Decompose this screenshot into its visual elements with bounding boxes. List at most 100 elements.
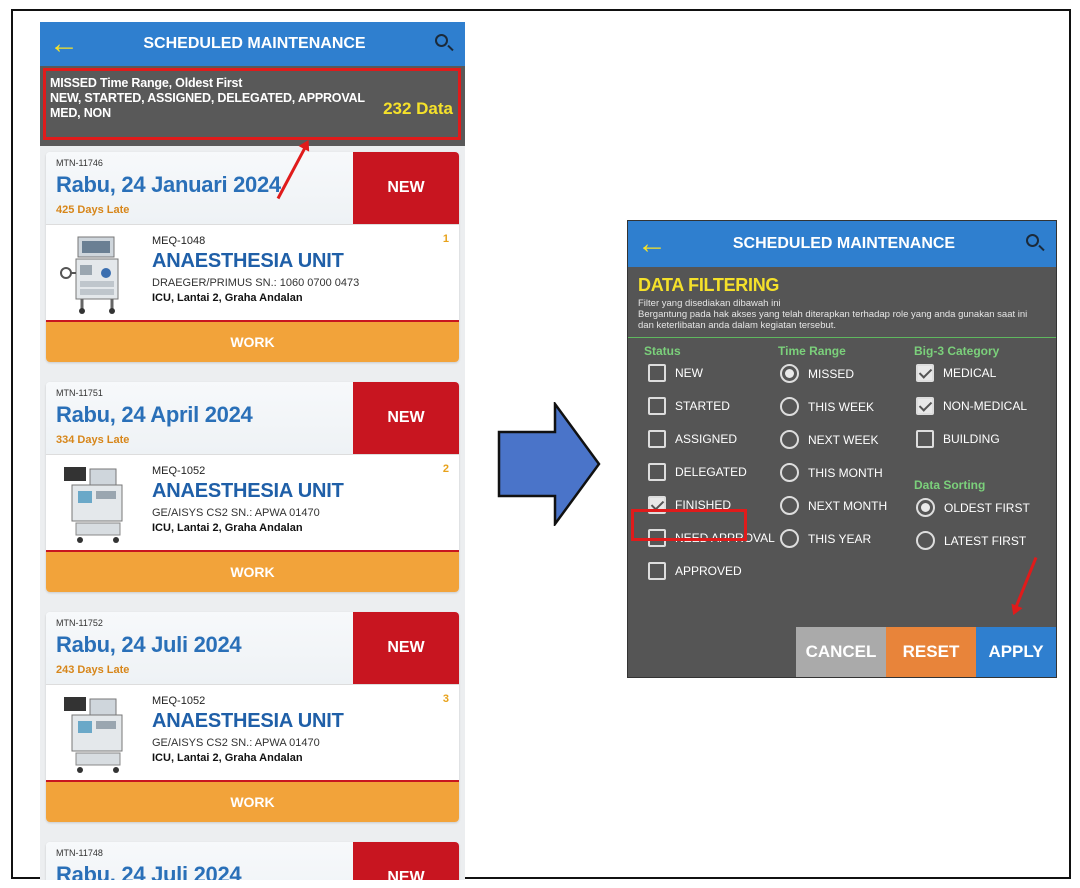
schedule-date: Rabu, 24 April 2024 (56, 402, 253, 427)
card-header: MTN-11752 Rabu, 24 Juli 2024 243 Days La… (46, 612, 459, 684)
option-label: LATEST FIRST (944, 533, 1027, 548)
option-label: THIS MONTH (808, 465, 883, 480)
action-bar: CANCEL RESET APPLY (628, 627, 1056, 677)
radio-selected[interactable] (916, 498, 935, 517)
filter-description-2: Bergantung pada hak akses yang telah dit… (638, 309, 1028, 320)
radio[interactable] (780, 430, 799, 449)
work-button[interactable]: WORK (46, 782, 459, 822)
finished-highlight-box (631, 509, 747, 541)
back-arrow-icon[interactable]: ← (628, 222, 676, 266)
time-option-missed[interactable]: MISSED (780, 364, 854, 383)
status-option-new[interactable]: NEW (648, 364, 703, 382)
filter-options: Status NEW STARTED ASSIGNED DELEGATED FI… (628, 338, 1056, 608)
option-label: ASSIGNED (675, 432, 738, 446)
time-option-this-month[interactable]: THIS MONTH (780, 463, 883, 482)
radio[interactable] (780, 496, 799, 515)
schedule-date: Rabu, 24 Januari 2024 (56, 172, 281, 197)
app-bar: ← SCHEDULED MAINTENANCE (628, 221, 1056, 267)
search-icon[interactable] (1012, 222, 1056, 266)
schedule-date: Rabu, 24 Juli 2024 (56, 862, 242, 880)
time-range-heading: Time Range (778, 344, 846, 358)
status-badge: NEW (353, 612, 459, 684)
equipment-id: MEQ-1052 (152, 465, 206, 477)
anaesthesia-machine-icon (64, 467, 123, 543)
category-option-building[interactable]: BUILDING (916, 430, 1000, 448)
status-badge: NEW (353, 382, 459, 454)
card-index: 2 (442, 463, 449, 475)
card-index: 1 (442, 233, 449, 245)
location: ICU, Lantai 2, Graha Andalan (152, 752, 303, 764)
back-arrow-icon[interactable]: ← (40, 22, 88, 66)
option-label: NEXT MONTH (808, 498, 888, 513)
category-option-non-medical[interactable]: NON-MEDICAL (916, 397, 1027, 415)
checkbox[interactable] (648, 430, 666, 448)
maintenance-card[interactable]: MTN-11748 Rabu, 24 Juli 2024 NEW (46, 842, 459, 880)
checkbox[interactable] (648, 364, 666, 382)
schedule-date: Rabu, 24 Juli 2024 (56, 632, 242, 657)
option-label: MEDICAL (943, 366, 997, 380)
app-bar: ← SCHEDULED MAINTENANCE (40, 22, 465, 66)
status-badge: NEW (353, 152, 459, 224)
filter-header: DATA FILTERING Filter yang disediakan di… (628, 267, 1056, 331)
radio[interactable] (916, 531, 935, 550)
anaesthesia-machine-icon (60, 236, 119, 314)
reset-button[interactable]: RESET (886, 627, 976, 677)
serial-number: GE/AISYS CS2 SN.: APWA 01470 (152, 507, 320, 519)
time-option-this-week[interactable]: THIS WEEK (780, 397, 874, 416)
option-label: APPROVED (675, 564, 742, 578)
checkbox-checked[interactable] (916, 397, 934, 415)
sort-option-latest[interactable]: LATEST FIRST (916, 531, 1026, 550)
card-body: MEQ-1052 ANAESTHESIA UNIT GE/AISYS CS2 S… (46, 684, 459, 782)
time-option-this-year[interactable]: THIS YEAR (780, 529, 871, 548)
mtn-id: MTN-11752 (56, 618, 103, 628)
category-heading: Big-3 Category (914, 344, 1000, 358)
late-label: 425 Days Late (56, 204, 130, 216)
option-label: THIS WEEK (808, 399, 875, 414)
work-button[interactable]: WORK (46, 322, 459, 362)
status-badge: NEW (353, 842, 459, 880)
location: ICU, Lantai 2, Graha Andalan (152, 522, 303, 534)
work-button[interactable]: WORK (46, 552, 459, 592)
status-option-approved[interactable]: APPROVED (648, 562, 742, 580)
checkbox[interactable] (648, 562, 666, 580)
option-label: NON-MEDICAL (943, 399, 1028, 413)
status-option-started[interactable]: STARTED (648, 397, 730, 415)
page-title: SCHEDULED MAINTENANCE (732, 235, 956, 252)
radio-selected[interactable] (780, 364, 799, 383)
equipment-name: ANAESTHESIA UNIT (152, 480, 344, 502)
status-heading: Status (644, 344, 681, 358)
location: ICU, Lantai 2, Graha Andalan (152, 292, 303, 304)
option-label: OLDEST FIRST (944, 500, 1030, 515)
checkbox[interactable] (648, 397, 666, 415)
time-option-next-month[interactable]: NEXT MONTH (780, 496, 887, 515)
radio[interactable] (780, 397, 799, 416)
card-body: MEQ-1052 ANAESTHESIA UNIT GE/AISYS CS2 S… (46, 454, 459, 552)
mtn-id: MTN-11746 (56, 158, 103, 168)
transition-arrow-icon (497, 402, 601, 526)
status-option-assigned[interactable]: ASSIGNED (648, 430, 737, 448)
card-header: MTN-11746 Rabu, 24 Januari 2024 425 Days… (46, 152, 459, 224)
maintenance-card[interactable]: MTN-11752 Rabu, 24 Juli 2024 243 Days La… (46, 612, 459, 822)
card-header: MTN-11748 Rabu, 24 Juli 2024 NEW (46, 842, 459, 880)
status-option-delegated[interactable]: DELEGATED (648, 463, 747, 481)
checkbox[interactable] (648, 463, 666, 481)
cancel-button[interactable]: CANCEL (796, 627, 886, 677)
mtn-id: MTN-11751 (56, 388, 103, 398)
time-option-next-week[interactable]: NEXT WEEK (780, 430, 878, 449)
maintenance-card[interactable]: MTN-11746 Rabu, 24 Januari 2024 425 Days… (46, 152, 459, 362)
data-filter-screen: ← SCHEDULED MAINTENANCE DATA FILTERING F… (627, 220, 1057, 678)
apply-button[interactable]: APPLY (976, 627, 1056, 677)
summary-highlight-box (43, 68, 461, 140)
radio[interactable] (780, 463, 799, 482)
category-option-medical[interactable]: MEDICAL (916, 364, 996, 382)
checkbox[interactable] (916, 430, 934, 448)
sort-option-oldest[interactable]: OLDEST FIRST (916, 498, 1030, 517)
maintenance-card[interactable]: MTN-11751 Rabu, 24 April 2024 334 Days L… (46, 382, 459, 592)
filter-description-3: dan keterlibatan anda dalam kegiatan ter… (638, 320, 837, 331)
card-index: 3 (442, 693, 449, 705)
option-label: NEW (675, 366, 703, 380)
checkbox-checked[interactable] (916, 364, 934, 382)
radio[interactable] (780, 529, 799, 548)
equipment-name: ANAESTHESIA UNIT (152, 250, 344, 272)
search-icon[interactable] (421, 22, 465, 66)
